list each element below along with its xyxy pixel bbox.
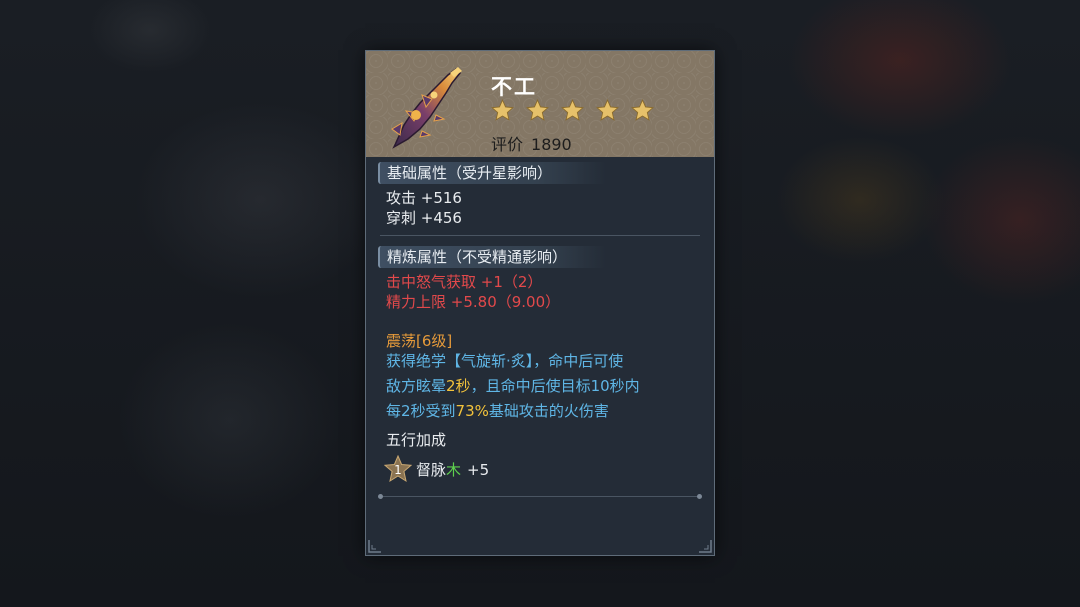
star-icon xyxy=(631,99,654,121)
rating-label: 评价 xyxy=(491,135,524,154)
star-icon xyxy=(596,99,619,121)
skill-desc-text: 每2秒受到 xyxy=(386,402,456,420)
skill-description: 获得绝学【气旋斩·炙】，命中后可使 敌方眩晕2秒，且命中后使目标10秒内 每2秒… xyxy=(386,349,706,424)
refine-stat-energy: 精力上限 +5.80（9.00） xyxy=(386,293,561,311)
star-rating xyxy=(490,98,655,123)
item-name: 不工 xyxy=(491,75,537,99)
section-divider xyxy=(380,235,700,236)
star-icon xyxy=(561,99,584,121)
skill-desc-line-1: 获得绝学【气旋斩·炙】，命中后可使 xyxy=(386,352,624,370)
item-header: 不工 评价 1890 xyxy=(366,51,714,157)
skill-desc-line-2: 敌方眩晕2秒，且命中后使目标10秒内 xyxy=(386,374,706,399)
bonus-value: +5 xyxy=(467,461,490,479)
skill-desc-text: 敌方眩晕 xyxy=(386,377,447,395)
base-stat-pierce: 穿刺 +456 xyxy=(386,209,462,227)
skill-desc-line-3: 每2秒受到73%基础攻击的火伤害 xyxy=(386,399,706,424)
element-wood: 木 xyxy=(446,461,462,479)
stun-duration: 2秒 xyxy=(446,377,471,395)
item-tooltip-panel: 不工 评价 1890 基础属性（受升星影响） 攻击 +516 穿刺 +456 精炼… xyxy=(365,50,715,556)
wuxing-title: 五行加成 xyxy=(386,431,447,449)
base-stat-attack: 攻击 +516 xyxy=(386,189,462,207)
skill-desc-text: ，且命中后使目标10秒内 xyxy=(470,377,640,395)
item-rating: 评价 1890 xyxy=(491,131,572,155)
refine-stat-rage: 击中怒气获取 +1（2） xyxy=(386,273,543,291)
fire-damage-percent: 73% xyxy=(455,402,489,420)
bottom-divider xyxy=(380,496,700,497)
skill-desc-text: 基础攻击的火伤害 xyxy=(488,402,609,420)
star-icon xyxy=(491,99,514,121)
divider-endpoint xyxy=(697,494,702,499)
base-attributes-title: 基础属性（受升星影响） xyxy=(378,162,606,184)
divider-endpoint xyxy=(378,494,383,499)
skill-name: 震荡[6级] xyxy=(386,332,453,350)
meridian-name: 督脉 xyxy=(416,461,447,479)
corner-ornament-icon xyxy=(368,540,381,553)
wuxing-badge-number: 1 xyxy=(394,463,402,477)
weapon-icon xyxy=(391,67,462,149)
wuxing-star-badge-icon: 1 xyxy=(384,455,412,483)
wuxing-bonus-line: 督脉木 +5 xyxy=(416,459,489,480)
refine-attributes-title: 精炼属性（不受精通影响） xyxy=(378,246,606,268)
corner-ornament-icon xyxy=(699,540,712,553)
rating-value: 1890 xyxy=(531,135,572,154)
star-icon xyxy=(526,99,549,121)
